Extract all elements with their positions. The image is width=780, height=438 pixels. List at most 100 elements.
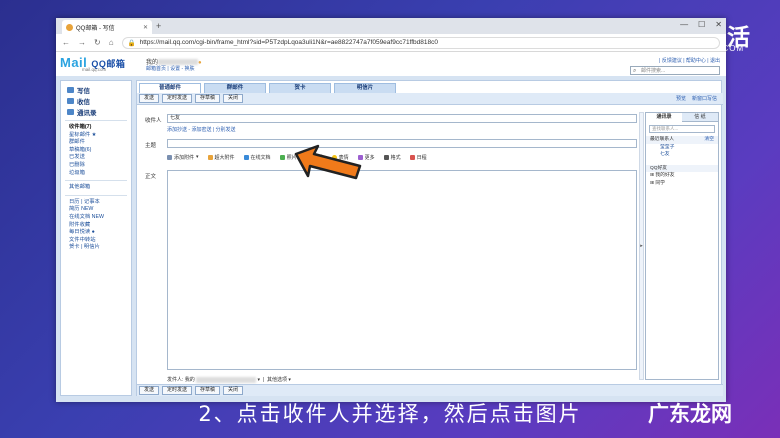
browser-tab[interactable]: QQ邮箱 - 写信 ✕	[62, 20, 152, 34]
large-file-icon	[207, 154, 213, 160]
compose-tabs: 普通邮件 群邮件 贺卡 明信片	[137, 83, 723, 93]
save-draft-button-bottom[interactable]: 存草稿	[195, 386, 221, 395]
new-tab-button[interactable]: +	[156, 21, 161, 31]
to-label: 收件人	[145, 118, 162, 124]
pointer-arrow-icon	[294, 144, 362, 180]
photo-icon	[279, 154, 285, 160]
window-controls: — ☐ ✕	[680, 20, 722, 29]
app-cards[interactable]: 贺卡 | 明信片	[61, 244, 131, 252]
to-actions[interactable]: 添加抄送 - 添加密送 | 分别发送	[167, 126, 236, 133]
nav-compose[interactable]: 写信	[61, 84, 131, 95]
schedule-send-button[interactable]: 定时发送	[162, 94, 193, 103]
top-links[interactable]: | 反馈建议 | 帮助中心 | 退出	[659, 57, 720, 64]
reload-icon[interactable]: ↻	[94, 38, 101, 47]
divider	[65, 120, 127, 121]
tab-stationery[interactable]: 信 纸	[682, 113, 718, 122]
app-resume[interactable]: 简历 NEW	[61, 206, 131, 214]
contacts-tabs: 通讯录 信 纸	[646, 113, 718, 122]
app-docs[interactable]: 在线文档 NEW	[61, 214, 131, 222]
lock-icon: 🔒	[127, 39, 136, 47]
qq-friends-header: QQ好友	[646, 164, 718, 172]
mail-search-input[interactable]: 邮件搜索...	[630, 66, 720, 75]
tab-normal-mail[interactable]: 普通邮件	[139, 83, 201, 93]
addressbook-icon	[67, 108, 74, 115]
folder-group[interactable]: 群邮件	[61, 139, 131, 147]
other-mailboxes[interactable]: 其他邮箱	[61, 184, 131, 192]
recipient-chip[interactable]: 七友	[170, 115, 180, 121]
tab-title: QQ邮箱 - 写信	[76, 25, 115, 32]
format-toolbar: 添加附件 ▾ 超大附件 在线文档 照片 截屏 表情 更多 格式 日程	[167, 152, 637, 162]
panel-toggle[interactable]: ▸	[639, 112, 644, 380]
app-attachments[interactable]: 附件收藏	[61, 222, 131, 230]
send-button-bottom[interactable]: 发送	[139, 386, 160, 395]
other-options-link[interactable]: 其他选项 ▾	[267, 377, 291, 383]
sender-row: 发件人: 我的 ▾ | 其他选项 ▾	[167, 376, 291, 383]
pen-icon	[67, 86, 74, 93]
close-button[interactable]: 关闭	[223, 94, 244, 103]
address-bar-row: ← → ↻ ⌂ 🔒 https://mail.qq.com/cgi-bin/fr…	[56, 34, 726, 52]
mail-header: Mail QQ邮箱 mail.qq.com 我的 ● 邮箱首页 | 设置 - 换肤…	[56, 52, 726, 75]
folder-spam[interactable]: 垃圾箱	[61, 170, 131, 178]
online-doc-button[interactable]: 在线文档	[243, 154, 271, 161]
toolbar-right: 预览 新窗口写信	[676, 95, 717, 102]
close-window-icon[interactable]: ✕	[715, 20, 722, 29]
url-input[interactable]: 🔒 https://mail.qq.com/cgi-bin/frame_html…	[121, 36, 720, 49]
app-reading[interactable]: 每日悦读 ●	[61, 229, 131, 237]
back-icon[interactable]: ←	[62, 38, 70, 47]
calendar-icon	[409, 154, 415, 160]
contacts-panel: 通讯录 信 纸 查找联系人... 最近联系人 清空 莹莹子 七友 QQ好友 ⊞ 我…	[645, 112, 719, 380]
sender-label: 发件人: 我的	[167, 377, 195, 383]
format-button[interactable]: 格式	[383, 154, 401, 161]
font-icon	[383, 154, 389, 160]
mail-body: 写信 收信 通讯录 收件箱(7) 星标邮件 ★ 群邮件 草稿箱(6) 已发送 已…	[56, 76, 726, 402]
schedule-button[interactable]: 日程	[409, 154, 427, 161]
tab-group-mail[interactable]: 群邮件	[204, 83, 266, 93]
minimize-icon[interactable]: —	[680, 20, 688, 29]
divider	[65, 180, 127, 182]
clear-link[interactable]: 清空	[704, 136, 714, 144]
send-button[interactable]: 发送	[139, 94, 160, 103]
tab-contacts[interactable]: 通讯录	[646, 113, 682, 122]
close-tab-icon[interactable]: ✕	[143, 24, 148, 31]
mail-logo-subtitle: mail.qq.com	[82, 67, 107, 72]
inbox-icon	[67, 97, 74, 104]
url-text: https://mail.qq.com/cgi-bin/frame_html?s…	[139, 39, 438, 46]
tab-postcard[interactable]: 明信片	[334, 83, 396, 93]
group-my-friends[interactable]: ⊞ 我的好友	[646, 172, 718, 180]
large-attachment-button[interactable]: 超大附件	[207, 154, 235, 161]
left-nav: 写信 收信 通讯录 收件箱(7) 星标邮件 ★ 群邮件 草稿箱(6) 已发送 已…	[60, 80, 132, 396]
contact-item[interactable]: 七友	[646, 151, 718, 159]
user-links[interactable]: 邮箱首页 | 设置 - 换肤	[146, 65, 195, 72]
recent-contacts-header: 最近联系人 清空	[646, 136, 718, 144]
qq-favicon-icon	[66, 23, 73, 31]
save-draft-button[interactable]: 存草稿	[195, 94, 221, 103]
paperclip-icon	[167, 154, 172, 160]
folder-inbox[interactable]: 收件箱(7)	[61, 124, 131, 132]
body-editor[interactable]	[167, 170, 637, 370]
schedule-send-button-bottom[interactable]: 定时发送	[162, 386, 193, 395]
bottom-toolbar: 发送 定时发送 存草稿 关闭	[137, 384, 723, 396]
forward-icon[interactable]: →	[78, 38, 86, 47]
group-classmates[interactable]: ⊞ 同学	[646, 180, 718, 188]
new-window-link[interactable]: 新窗口写信	[692, 95, 717, 102]
tab-greeting-card[interactable]: 贺卡	[269, 83, 331, 93]
subject-input[interactable]	[167, 139, 637, 148]
doc-icon	[243, 154, 249, 160]
body-label: 正文	[145, 174, 157, 180]
preview-link[interactable]: 预览	[676, 95, 686, 102]
home-icon[interactable]: ⌂	[109, 38, 114, 47]
to-input[interactable]: 七友	[167, 114, 637, 123]
nav-inbox[interactable]: 收信	[61, 95, 131, 106]
browser-window: QQ邮箱 - 写信 ✕ + — ☐ ✕ ← → ↻ ⌂ 🔒 https://ma…	[56, 18, 726, 402]
tab-strip: QQ邮箱 - 写信 ✕ + — ☐ ✕	[56, 18, 726, 34]
add-attachment-button[interactable]: 添加附件 ▾	[167, 154, 199, 161]
contact-item[interactable]: 莹莹子	[646, 144, 718, 152]
close-button-bottom[interactable]: 关闭	[223, 386, 244, 395]
subject-label: 主题	[145, 143, 157, 149]
folder-sent[interactable]: 已发送	[61, 154, 131, 162]
divider	[65, 194, 127, 196]
contact-search-input[interactable]: 查找联系人...	[649, 125, 715, 133]
maximize-icon[interactable]: ☐	[698, 20, 705, 29]
folder-deleted[interactable]: 已删除	[61, 162, 131, 170]
nav-addressbook[interactable]: 通讯录	[61, 106, 131, 117]
